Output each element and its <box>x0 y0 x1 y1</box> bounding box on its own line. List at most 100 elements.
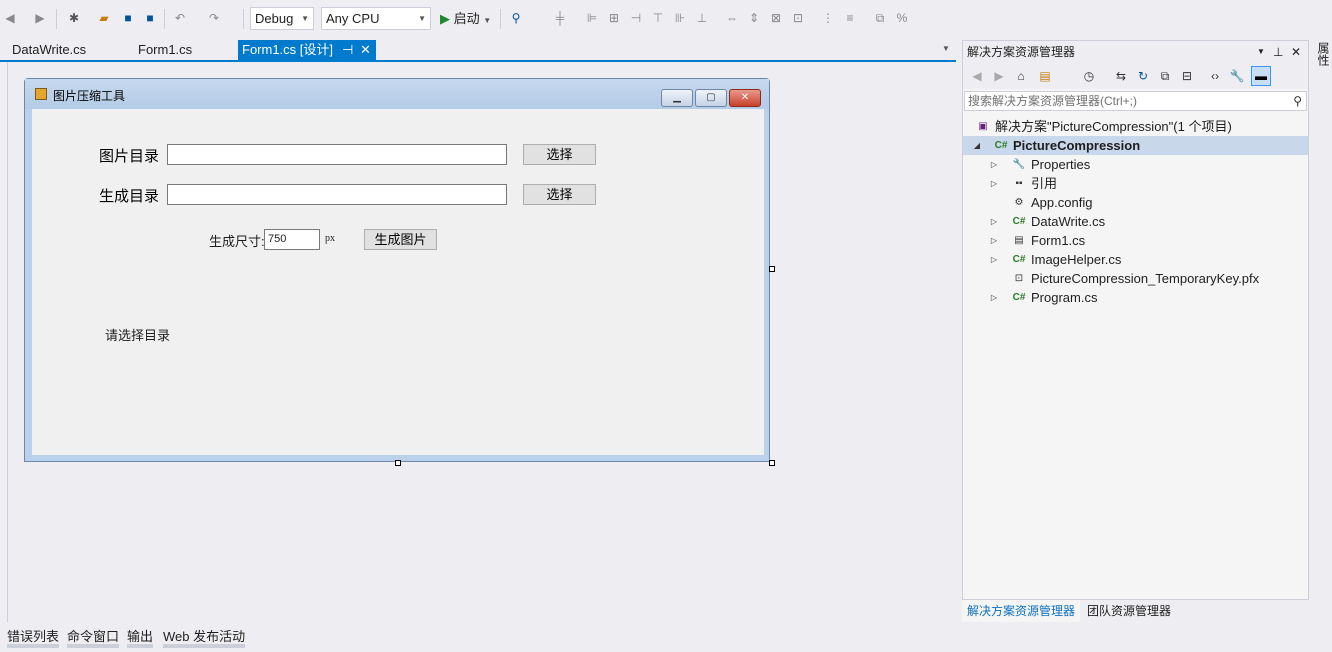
tab-label: Form1.cs [设计] <box>242 42 334 57</box>
pending-changes-icon[interactable]: ◷ <box>1081 68 1097 84</box>
tree-item-app-config[interactable]: ⚙ App.config <box>963 193 1308 212</box>
properties-side-tab[interactable]: 属性 <box>1313 38 1332 118</box>
collapsed-arrow-icon[interactable]: ▷ <box>989 155 999 174</box>
size-to-grid-icon[interactable]: ⊡ <box>790 10 806 26</box>
align-right-icon[interactable]: ⊣ <box>628 10 644 26</box>
tab-error-list[interactable]: 错误列表 <box>7 626 60 648</box>
home-icon[interactable]: ⌂ <box>1013 68 1029 84</box>
output-dir-label: 生成目录 <box>99 188 160 205</box>
tree-item-datawrite[interactable]: ▷ C# DataWrite.cs <box>963 212 1308 231</box>
redo-icon[interactable]: ↷ <box>206 10 222 26</box>
pin-icon[interactable]: ⊣ <box>342 40 353 60</box>
tab-team-explorer[interactable]: 团队资源管理器 <box>1082 600 1176 622</box>
solution-explorer-header: 解决方案资源管理器 ▼ ⊥ ✕ <box>963 41 1308 63</box>
view-code-icon[interactable]: ‹› <box>1207 68 1223 84</box>
align-center-icon[interactable]: ⊞ <box>606 10 622 26</box>
chevron-down-icon[interactable]: ▼ <box>942 44 950 53</box>
tab-datawrite[interactable]: DataWrite.cs <box>0 40 120 60</box>
collapse-all-icon[interactable]: ⧉ <box>1157 68 1173 84</box>
choose-output-dir-button[interactable]: 选择 <box>523 184 596 205</box>
tab-command-window[interactable]: 命令窗口 <box>67 626 120 648</box>
forward-icon[interactable]: ▶ <box>991 68 1007 84</box>
tab-form1-designer[interactable]: Form1.cs [设计] ⊣ ✕ <box>238 40 376 60</box>
collapsed-arrow-icon[interactable]: ▷ <box>989 288 999 307</box>
save-all-icon[interactable]: ■ <box>142 10 158 26</box>
close-icon[interactable]: ✕ <box>360 40 371 60</box>
find-icon[interactable]: ⚲ <box>508 10 524 26</box>
config-value: Debug <box>255 11 294 26</box>
platform-value: Any CPU <box>326 11 380 26</box>
preview-icon[interactable]: ▬ <box>1251 66 1271 86</box>
undo-icon[interactable]: ↶ <box>172 10 188 26</box>
tree-item-project[interactable]: ◢ C# PictureCompression <box>963 136 1308 155</box>
form-client-area: 图片目录 选择 生成目录 选择 生成尺寸: 750 px 生成图片 请选择目录 <box>32 109 764 455</box>
forward-icon[interactable]: ▶ <box>32 10 48 26</box>
tree-item-properties[interactable]: ▷ 🔧 Properties <box>963 155 1308 174</box>
tree-item-imagehelper[interactable]: ▷ C# ImageHelper.cs <box>963 250 1308 269</box>
main-toolbar: ◀ ▶ ✱ ▰ ■ ■ ↶ ↷ Debug ▼ Any CPU ▼ ▶ 启动 ▼ ⚲… <box>0 0 1332 38</box>
align-left-icon[interactable]: ⊫ <box>584 10 600 26</box>
minimize-button[interactable]: ▁ <box>661 89 693 107</box>
size-input[interactable]: 750 <box>264 229 320 250</box>
config-dropdown[interactable]: Debug ▼ <box>250 7 314 30</box>
open-folder-icon[interactable]: ▰ <box>96 10 112 26</box>
same-size-icon[interactable]: ⊠ <box>768 10 784 26</box>
tree-item-program[interactable]: ▷ C# Program.cs <box>963 288 1308 307</box>
start-button[interactable]: ▶ 启动 ▼ <box>440 9 491 29</box>
vertical-spacing-icon[interactable]: ≡ <box>842 10 858 26</box>
tree-item-solution[interactable]: ▣ 解决方案"PictureCompression"(1 个项目) <box>963 117 1308 136</box>
wrench-icon: 🔧 <box>1012 159 1026 170</box>
form-designer-window[interactable]: 图片压缩工具 ▁ ▢ ✕ 图片目录 选择 生成目录 选择 生成尺寸: 750 p… <box>24 78 770 462</box>
close-window-button[interactable]: ✕ <box>729 89 761 107</box>
tab-form1-code[interactable]: Form1.cs <box>126 40 236 60</box>
back-icon[interactable]: ◀ <box>2 10 18 26</box>
show-all-files-icon[interactable]: ⊟ <box>1179 68 1195 84</box>
properties-icon[interactable]: 🔧 <box>1229 68 1245 84</box>
size-label: 生成尺寸: <box>209 234 265 249</box>
same-height-icon[interactable]: ⇕ <box>746 10 762 26</box>
tree-item-label: DataWrite.cs <box>1031 214 1106 229</box>
horizontal-spacing-icon[interactable]: ⋮ <box>820 10 836 26</box>
tree-item-label: PictureCompression_TemporaryKey.pfx <box>1031 271 1260 286</box>
sync-icon[interactable]: ⇆ <box>1113 68 1129 84</box>
chevron-down-icon: ▼ <box>483 16 492 25</box>
switch-views-icon[interactable]: ▤ <box>1037 68 1053 84</box>
expanded-arrow-icon[interactable]: ◢ <box>972 136 982 155</box>
tab-order-icon[interactable]: % <box>894 10 910 26</box>
align-middle-icon[interactable]: ⊪ <box>672 10 688 26</box>
tab-output[interactable]: 输出 <box>127 626 154 648</box>
same-width-icon[interactable]: ⇔ <box>724 10 740 26</box>
tree-item-references[interactable]: ▷ ▪▪ 引用 <box>963 174 1308 193</box>
form-title: 图片压缩工具 <box>53 89 126 103</box>
choose-image-dir-button[interactable]: 选择 <box>523 144 596 165</box>
new-project-icon[interactable]: ✱ <box>66 10 82 26</box>
tab-web-publish[interactable]: Web 发布活动 <box>163 626 246 648</box>
back-icon[interactable]: ◀ <box>969 68 985 84</box>
align-bottom-icon[interactable]: ⊥ <box>694 10 710 26</box>
maximize-button[interactable]: ▢ <box>695 89 727 107</box>
save-icon[interactable]: ■ <box>120 10 136 26</box>
bring-to-front-icon[interactable]: ⧉ <box>872 10 888 26</box>
image-dir-input[interactable] <box>167 144 507 165</box>
chevron-down-icon[interactable]: ▼ <box>1257 41 1265 63</box>
resize-handle[interactable] <box>395 460 401 466</box>
collapsed-arrow-icon[interactable]: ▷ <box>989 174 999 193</box>
collapsed-arrow-icon[interactable]: ▷ <box>989 212 999 231</box>
align-grid-icon[interactable]: ╪ <box>552 10 568 26</box>
platform-dropdown[interactable]: Any CPU ▼ <box>321 7 431 30</box>
pin-icon[interactable]: ⊥ <box>1273 41 1283 63</box>
solution-search-input[interactable]: 搜索解决方案资源管理器(Ctrl+;) ⚲ <box>964 91 1307 111</box>
collapsed-arrow-icon[interactable]: ▷ <box>989 231 999 250</box>
tree-item-pfx[interactable]: ⊡ PictureCompression_TemporaryKey.pfx <box>963 269 1308 288</box>
tab-solution-explorer[interactable]: 解决方案资源管理器 <box>962 600 1081 622</box>
generate-button[interactable]: 生成图片 <box>364 229 437 250</box>
refresh-icon[interactable]: ↻ <box>1135 68 1151 84</box>
tree-item-form1[interactable]: ▷ ▤ Form1.cs <box>963 231 1308 250</box>
resize-handle[interactable] <box>769 460 775 466</box>
search-icon[interactable]: ⚲ <box>1293 92 1302 110</box>
close-icon[interactable]: ✕ <box>1291 41 1301 63</box>
output-dir-input[interactable] <box>167 184 507 205</box>
align-top-icon[interactable]: ⊤ <box>650 10 666 26</box>
collapsed-arrow-icon[interactable]: ▷ <box>989 250 999 269</box>
resize-handle[interactable] <box>769 266 775 272</box>
